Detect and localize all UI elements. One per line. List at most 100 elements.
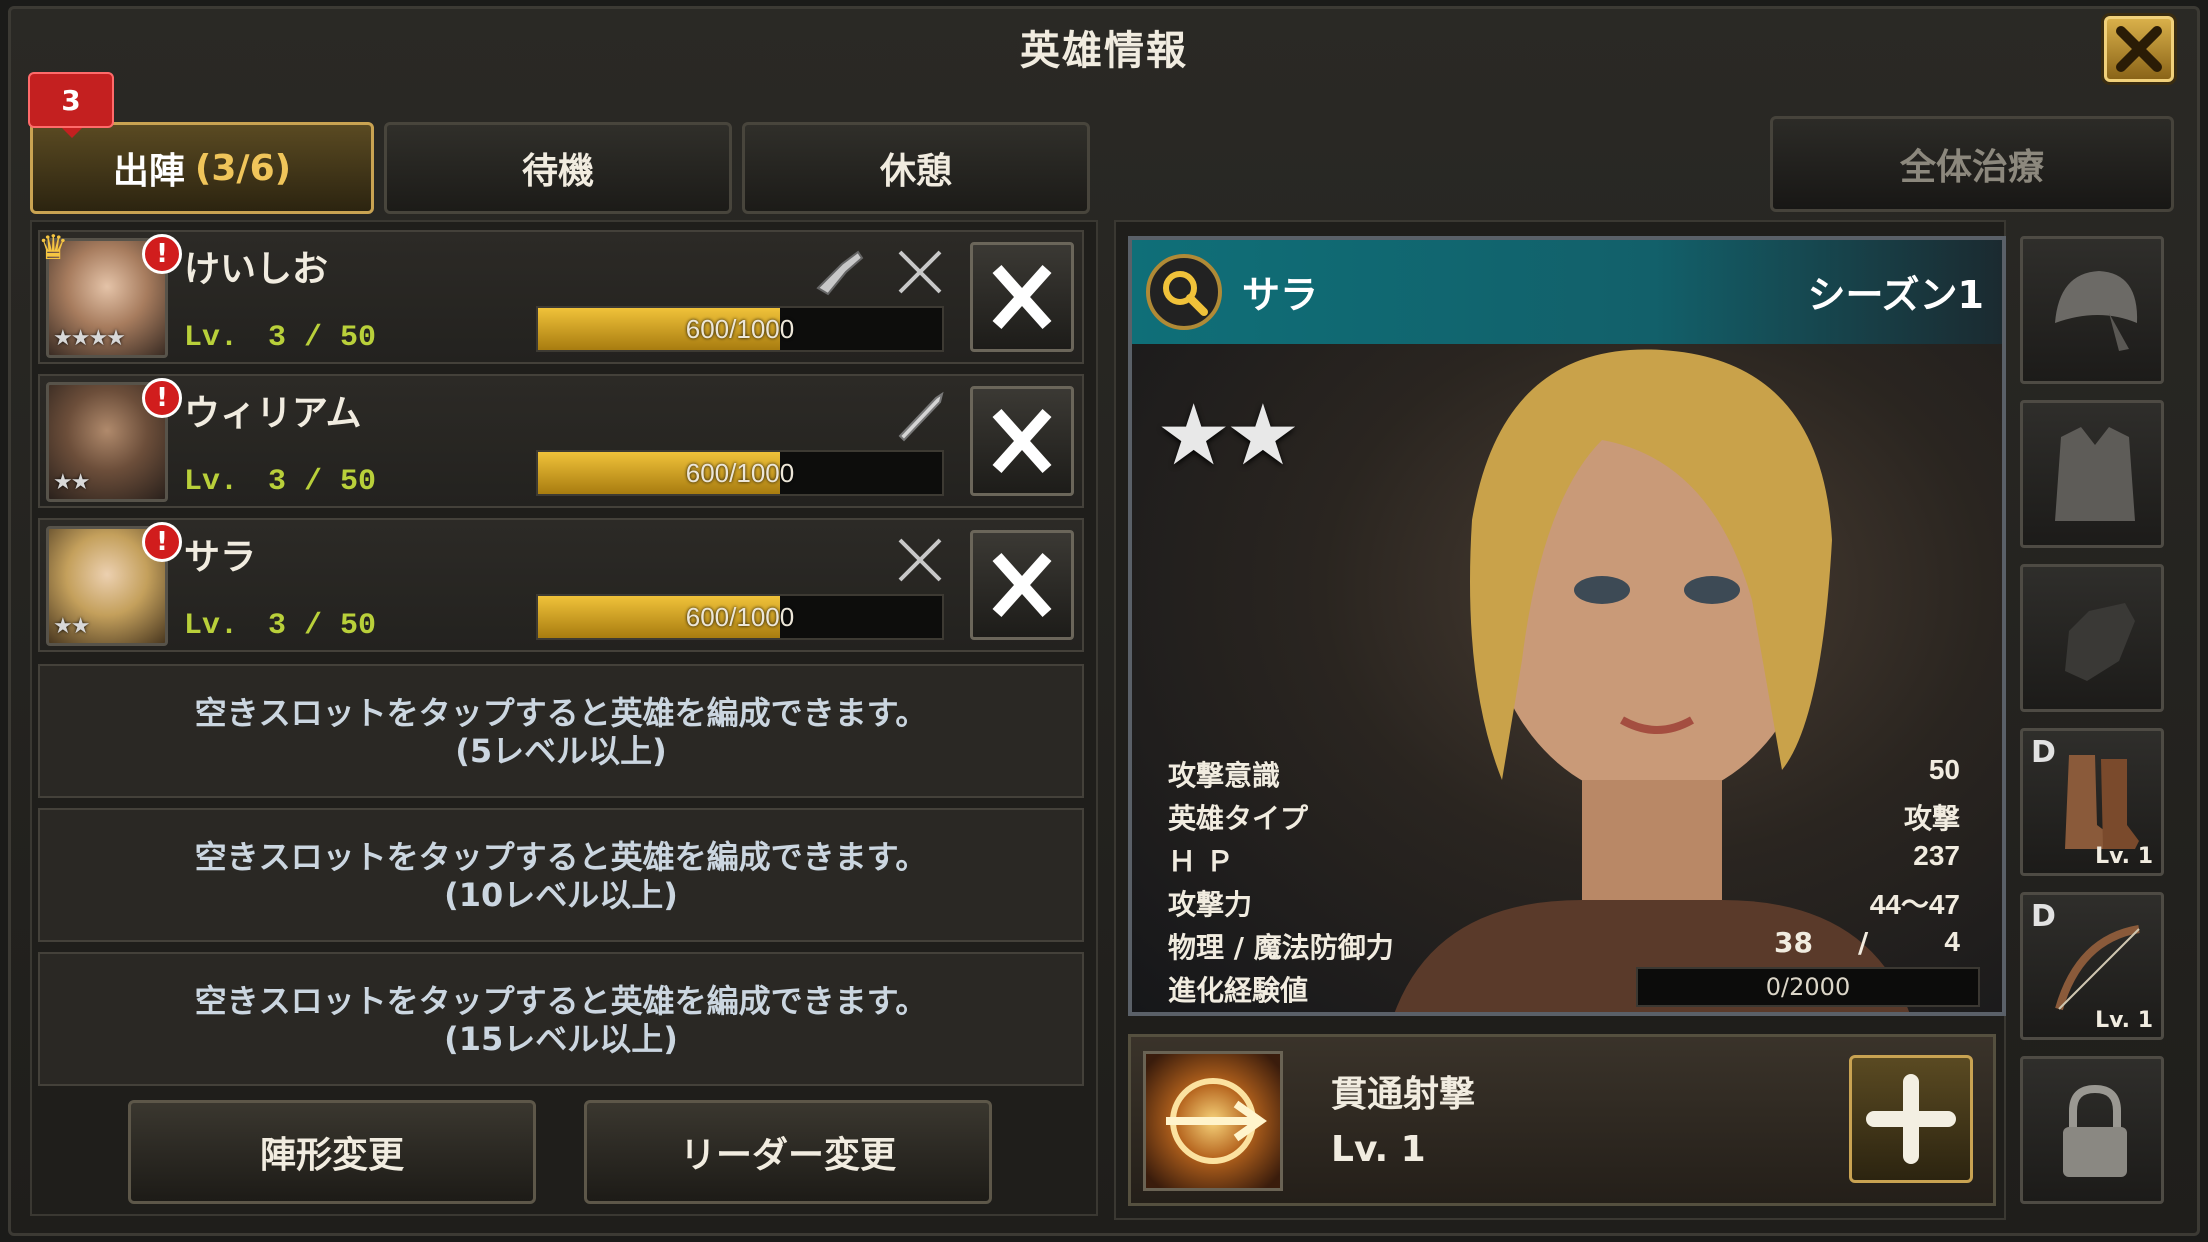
stat-label: 進化経験値 [1168,974,1309,1007]
equip-grade: D [2031,899,2056,934]
stat-label: 攻撃力 [1168,888,1253,921]
hero-level: Lv. 3 / 50 [184,609,377,643]
hero-card-name: サラ [1242,273,1319,317]
empty-slot-message: 空きスロットをタップすると英雄を編成できます。 [194,694,928,732]
hero-name: サラ [184,537,257,578]
close-icon [2116,26,2162,72]
experience-bar: 600/1000 [536,450,944,496]
stat-label: Ｈ Ｐ [1168,845,1234,878]
tab-rest[interactable]: 休憩 [742,122,1090,214]
stat-row: 攻撃意識 50 [1168,750,1974,793]
hero-card-header: サラ シーズン1 [1132,240,2002,344]
tab-standby[interactable]: 待機 [384,122,732,214]
evolution-text: 0/2000 [1765,973,1851,1001]
crossed-swords-icon [898,250,942,294]
experience-text: 600/1000 [685,602,795,632]
stat-label: 物理 / 魔法防御力 [1168,931,1394,964]
stat-row: 物理 / 魔法防御力 38 / 4 [1168,922,1974,965]
rarity-stars: ★★ [53,470,90,495]
alert-icon: ! [142,522,182,562]
equip-slot-hands[interactable] [2020,564,2164,712]
equip-slot-head[interactable] [2020,236,2164,384]
hero-row[interactable]: ★★ ! サラ Lv. 3 / 50 600/1000 [38,518,1084,652]
empty-slot[interactable]: 空きスロットをタップすると英雄を編成できます。 (5レベル以上) [38,664,1084,798]
close-button[interactable] [2104,16,2174,82]
stat-value: 攻撃 [1903,803,1960,834]
skill-level: Lv. 1 [1331,1129,1426,1170]
stat-row: 攻撃力 44～47 [1168,879,1974,922]
stat-row: 英雄タイプ 攻撃 [1168,793,1974,836]
notification-badge: 3 [28,72,114,138]
leader-change-button[interactable]: リーダー変更 [584,1100,992,1204]
equip-slot-feet[interactable]: D Lv. 1 [2020,728,2164,876]
stat-row: 進化経験値 0/2000 [1168,965,1980,1008]
experience-bar: 600/1000 [536,306,944,352]
defense-separator: / [1858,926,1869,959]
equip-slot-body[interactable] [2020,400,2164,548]
hero-stats: 攻撃意識 50 英雄タイプ 攻撃 Ｈ Ｐ 237 攻撃力 44～47 物理 / … [1168,750,1980,1008]
hero-card: サラ シーズン1 ★★ 攻撃意識 50 英雄タイプ 攻撃 Ｈ Ｐ 237 攻撃力… [1128,236,2006,1016]
rarity-stars: ★★ [53,614,90,639]
hero-level: Lv. 3 / 50 [184,465,377,499]
tab-standby-label: 待機 [521,151,594,192]
heal-all-button[interactable]: 全体治療 [1770,116,2174,212]
empty-slot-message: 空きスロットをタップすると英雄を編成できます。 [194,982,928,1020]
hero-row[interactable]: ★★ ! ウィリアム Lv. 3 / 50 600/1000 [38,374,1084,508]
crossed-swords-icon [898,538,942,582]
stat-value: 44～47 [1869,889,1960,920]
sword-icon [898,391,944,442]
experience-bar: 600/1000 [536,594,944,640]
experience-text: 600/1000 [685,314,795,344]
equip-level: Lv. 1 [2095,1008,2153,1033]
empty-slot[interactable]: 空きスロットをタップすると英雄を編成できます。 (15レベル以上) [38,952,1084,1086]
experience-text: 600/1000 [685,458,795,488]
stat-row: Ｈ Ｐ 237 [1168,836,1974,879]
lock-icon [2063,1084,2127,1177]
tab-sortie-label: 出陣 [112,151,185,192]
tab-rest-label: 休憩 [879,151,952,192]
tab-sortie-count: (3/6) [194,147,292,189]
skill-upgrade-button[interactable] [1849,1055,1973,1183]
empty-slot-requirement: (5レベル以上) [455,732,667,770]
empty-slot-requirement: (15レベル以上) [444,1020,678,1058]
empty-slot[interactable]: 空きスロットをタップすると英雄を編成できます。 (10レベル以上) [38,808,1084,942]
equip-level: Lv. 1 [2095,844,2153,869]
rarity-stars: ★★★★ [53,326,126,351]
window-title: 英雄情報 [1020,28,1188,74]
empty-slot-message: 空きスロットをタップすると英雄を編成できます。 [194,838,928,876]
hero-row[interactable]: ★★★★ ♛ ! けいしお Lv. 3 / 50 600/1000 [38,228,1084,364]
evolution-bar: 0/2000 [1636,967,1980,1007]
alert-icon: ! [142,234,182,274]
magic-defense-value: 4 [1944,926,1960,957]
headband-icon [2055,271,2138,351]
equip-slot-weapon[interactable]: D Lv. 1 [2020,892,2164,1040]
remove-icon [992,265,1052,329]
vest-icon [2055,427,2135,521]
skill-name: 貫通射撃 [1331,1074,1476,1115]
hero-name: ウィリアム [184,393,362,434]
stat-label: 攻撃意識 [1168,759,1281,792]
stat-value: 237 [1913,840,1960,871]
remove-hero-button[interactable] [970,242,1074,352]
hero-name: けいしお [184,249,329,290]
rarity-stars: ★★ [1156,386,1301,484]
search-icon[interactable] [1146,254,1222,330]
remove-hero-button[interactable] [970,530,1074,640]
empty-slot-requirement: (10レベル以上) [444,876,678,914]
formation-change-button[interactable]: 陣形変更 [128,1100,536,1204]
remove-icon [992,553,1052,617]
piercing-shot-icon[interactable] [1143,1051,1283,1191]
plus-icon [1866,1074,1956,1164]
equip-grade: D [2031,735,2056,770]
crown-icon: ♛ [38,228,69,268]
equip-slot-locked[interactable] [2020,1056,2164,1204]
stat-label: 英雄タイプ [1168,802,1309,835]
physical-defense-value: 38 [1774,926,1813,959]
glove-icon [2065,603,2135,681]
pistol-icon [816,250,864,296]
remove-icon [992,409,1052,473]
remove-hero-button[interactable] [970,386,1074,496]
hero-level: Lv. 3 / 50 [184,321,377,355]
skill-panel: 貫通射撃 Lv. 1 [1128,1034,1996,1206]
stat-value: 50 [1928,754,1960,785]
